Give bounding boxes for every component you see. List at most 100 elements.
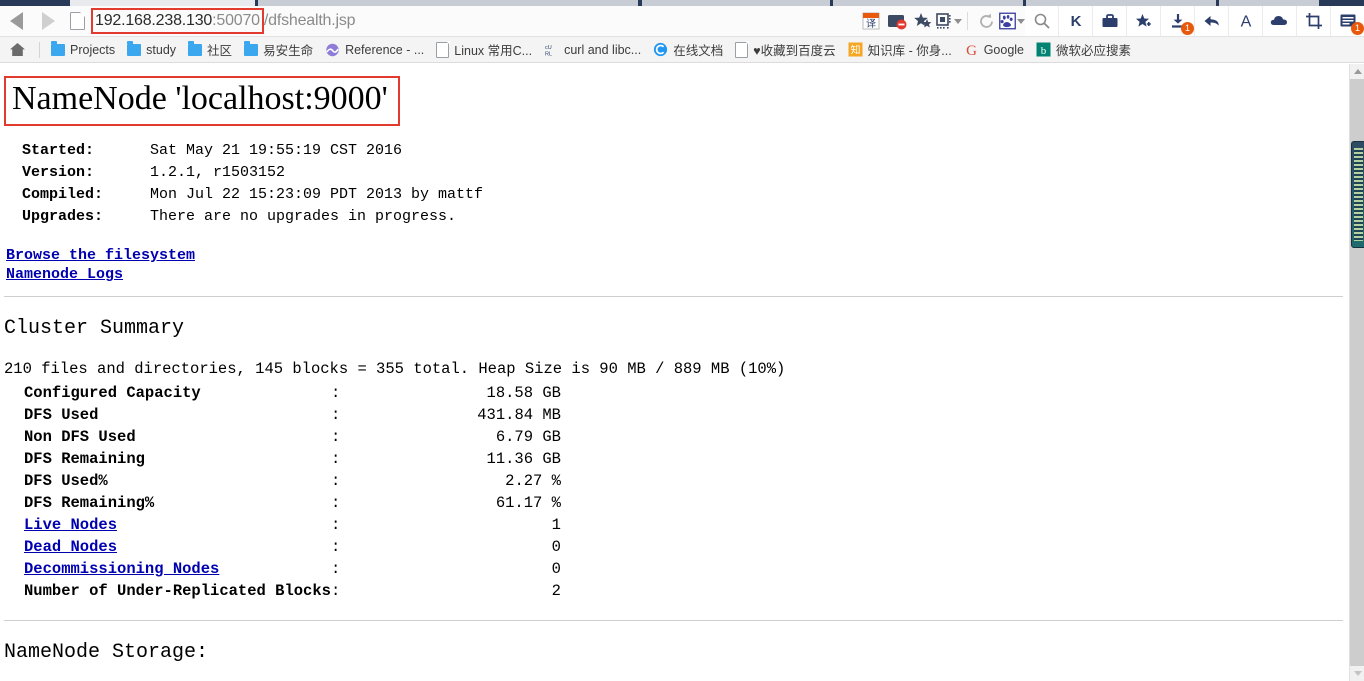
row-colon: : <box>330 472 341 491</box>
qrcode-icon[interactable] <box>936 8 962 34</box>
svg-text:A: A <box>1240 14 1251 31</box>
extension-toolbar: K 1 A 1 <box>1025 6 1364 36</box>
bookmark-curl[interactable]: cU RL curl and libc... <box>539 39 646 61</box>
bookmark-home[interactable] <box>4 39 31 61</box>
bookmark-online-doc[interactable]: 在线文档 <box>648 39 728 61</box>
namenode-links: Browse the filesystem Namenode Logs <box>6 246 1349 284</box>
scrollbar-track[interactable] <box>1350 79 1364 666</box>
kingsoft-k-icon[interactable]: K <box>1059 6 1092 36</box>
table-row: DFS Used : 431.84 MB <box>24 404 561 426</box>
svg-text:K: K <box>1070 13 1081 30</box>
table-row: DFS Remaining% : 61.17 % <box>24 492 561 514</box>
page-title-highlight: NameNode 'localhost:9000' <box>4 76 400 127</box>
live-nodes-link[interactable]: Live Nodes <box>24 516 117 534</box>
bookmark-label: Projects <box>70 42 116 57</box>
svg-text:b: b <box>1041 45 1047 57</box>
reading-list-icon[interactable]: 1 <box>1331 6 1364 36</box>
scrollbar-thumb[interactable] <box>1351 141 1364 248</box>
search-icon[interactable] <box>1025 6 1058 36</box>
divider <box>4 620 1343 622</box>
divider <box>4 296 1343 298</box>
namenode-logs-link[interactable]: Namenode Logs <box>6 265 1349 284</box>
row-label: DFS Used <box>24 406 99 425</box>
star-plus-icon[interactable] <box>1127 6 1160 36</box>
bookmark-bing[interactable]: b 微软必应搜素 <box>1031 39 1136 61</box>
divider <box>967 12 968 30</box>
briefcase-icon[interactable] <box>1093 6 1126 36</box>
chevron-up-icon <box>1353 69 1362 74</box>
page-content: NameNode 'localhost:9000' Started: Sat M… <box>0 64 1349 681</box>
row-value: 11.36 GB <box>486 450 561 469</box>
bookmark-linux[interactable]: Linux 常用C... <box>431 39 537 61</box>
zhi-icon: 知 <box>848 42 863 57</box>
url-host-highlight: 192.168.238.130:50070 <box>91 8 264 34</box>
download-icon[interactable]: 1 <box>1161 6 1194 36</box>
row-label: DFS Used% <box>24 472 108 491</box>
url-path-text: /dfshealth.jsp <box>263 12 356 29</box>
address-bar-icons: 译 <box>858 6 1025 36</box>
row-label: DFS Remaining <box>24 450 145 469</box>
dead-nodes-link[interactable]: Dead Nodes <box>24 538 117 556</box>
bookmark-baiduyun[interactable]: ♥收藏到百度云 <box>730 39 840 61</box>
doc-icon <box>436 41 450 58</box>
table-row: Configured Capacity : 18.58 GB <box>24 382 561 404</box>
table-row: Live Nodes : 1 <box>24 514 561 536</box>
chevron-down-icon[interactable] <box>954 18 962 24</box>
row-label: Live Nodes <box>24 514 331 536</box>
meta-value: Sat May 21 19:55:19 CST 2016 <box>150 142 403 160</box>
row-value: 431.84 MB <box>477 406 561 425</box>
meta-value: 1.2.1, r1503152 <box>150 164 286 182</box>
address-bar[interactable]: 192.168.238.130:50070 /dfshealth.jsp 译 <box>64 6 1025 36</box>
favorites-star-icon[interactable] <box>910 8 936 34</box>
row-value: 61.17 % <box>495 494 561 513</box>
translate-icon[interactable]: 译 <box>858 8 884 34</box>
row-label: Decommissioning Nodes <box>24 558 331 580</box>
meta-key: Version: <box>22 164 95 182</box>
bookmark-label: 微软必应搜素 <box>1056 44 1132 58</box>
baidu-paw-icon[interactable] <box>999 8 1025 34</box>
bookmark-google[interactable]: G Google <box>959 39 1029 61</box>
row-label: Dead Nodes <box>24 536 331 558</box>
reference-icon <box>326 43 339 56</box>
bookmark-yianshengming[interactable]: 易安生命 <box>239 39 318 61</box>
adblock-icon[interactable] <box>884 8 910 34</box>
back-button[interactable] <box>0 7 32 35</box>
bookmark-reference[interactable]: Reference - ... <box>320 39 429 61</box>
folder-icon <box>188 40 203 56</box>
url-host-text: 192.168.238.130:50070 <box>95 12 260 29</box>
bookmark-label: 在线文档 <box>673 44 724 58</box>
vertical-scrollbar[interactable] <box>1349 64 1364 681</box>
meta-key: Upgrades: <box>22 208 104 226</box>
bookmark-label: 易安生命 <box>263 44 314 58</box>
cloud-icon[interactable] <box>1263 6 1296 36</box>
bookmark-projects[interactable]: Projects <box>46 39 120 61</box>
bookmark-label: curl and libc... <box>564 42 642 57</box>
scroll-down-button[interactable] <box>1350 666 1364 681</box>
row-label: DFS Remaining% <box>24 494 155 513</box>
home-icon <box>10 43 25 56</box>
bookmark-zhishiku[interactable]: 知 知识库 - 你身... <box>843 39 957 61</box>
chevron-down-icon[interactable] <box>1017 18 1025 24</box>
browse-filesystem-link[interactable]: Browse the filesystem <box>6 246 1349 265</box>
row-value: 2.27 % <box>505 472 561 491</box>
back-arrow-icon <box>9 12 23 30</box>
screenshot-crop-icon[interactable] <box>1297 6 1330 36</box>
svg-text:cU: cU <box>545 45 552 51</box>
bookmark-study[interactable]: study <box>122 39 181 61</box>
undo-arrow-icon[interactable] <box>1195 6 1228 36</box>
decommissioning-nodes-link[interactable]: Decommissioning Nodes <box>24 560 219 578</box>
scroll-up-button[interactable] <box>1350 64 1364 79</box>
reload-icon[interactable] <box>973 8 999 34</box>
bookmarks-bar: Projects study 社区 易安生命 Reference - ... L… <box>0 37 1364 63</box>
row-colon: : <box>330 516 341 535</box>
forward-button[interactable] <box>32 7 64 35</box>
row-colon: : <box>330 384 341 403</box>
row-colon: : <box>330 582 341 601</box>
row-colon: : <box>330 406 341 425</box>
row-colon: : <box>330 450 341 469</box>
font-size-icon[interactable]: A <box>1229 6 1262 36</box>
meta-key: Started: <box>22 142 95 160</box>
bookmark-shequ[interactable]: 社区 <box>183 39 237 61</box>
table-row: Dead Nodes : 0 <box>24 536 561 558</box>
row-colon: : <box>330 538 341 557</box>
